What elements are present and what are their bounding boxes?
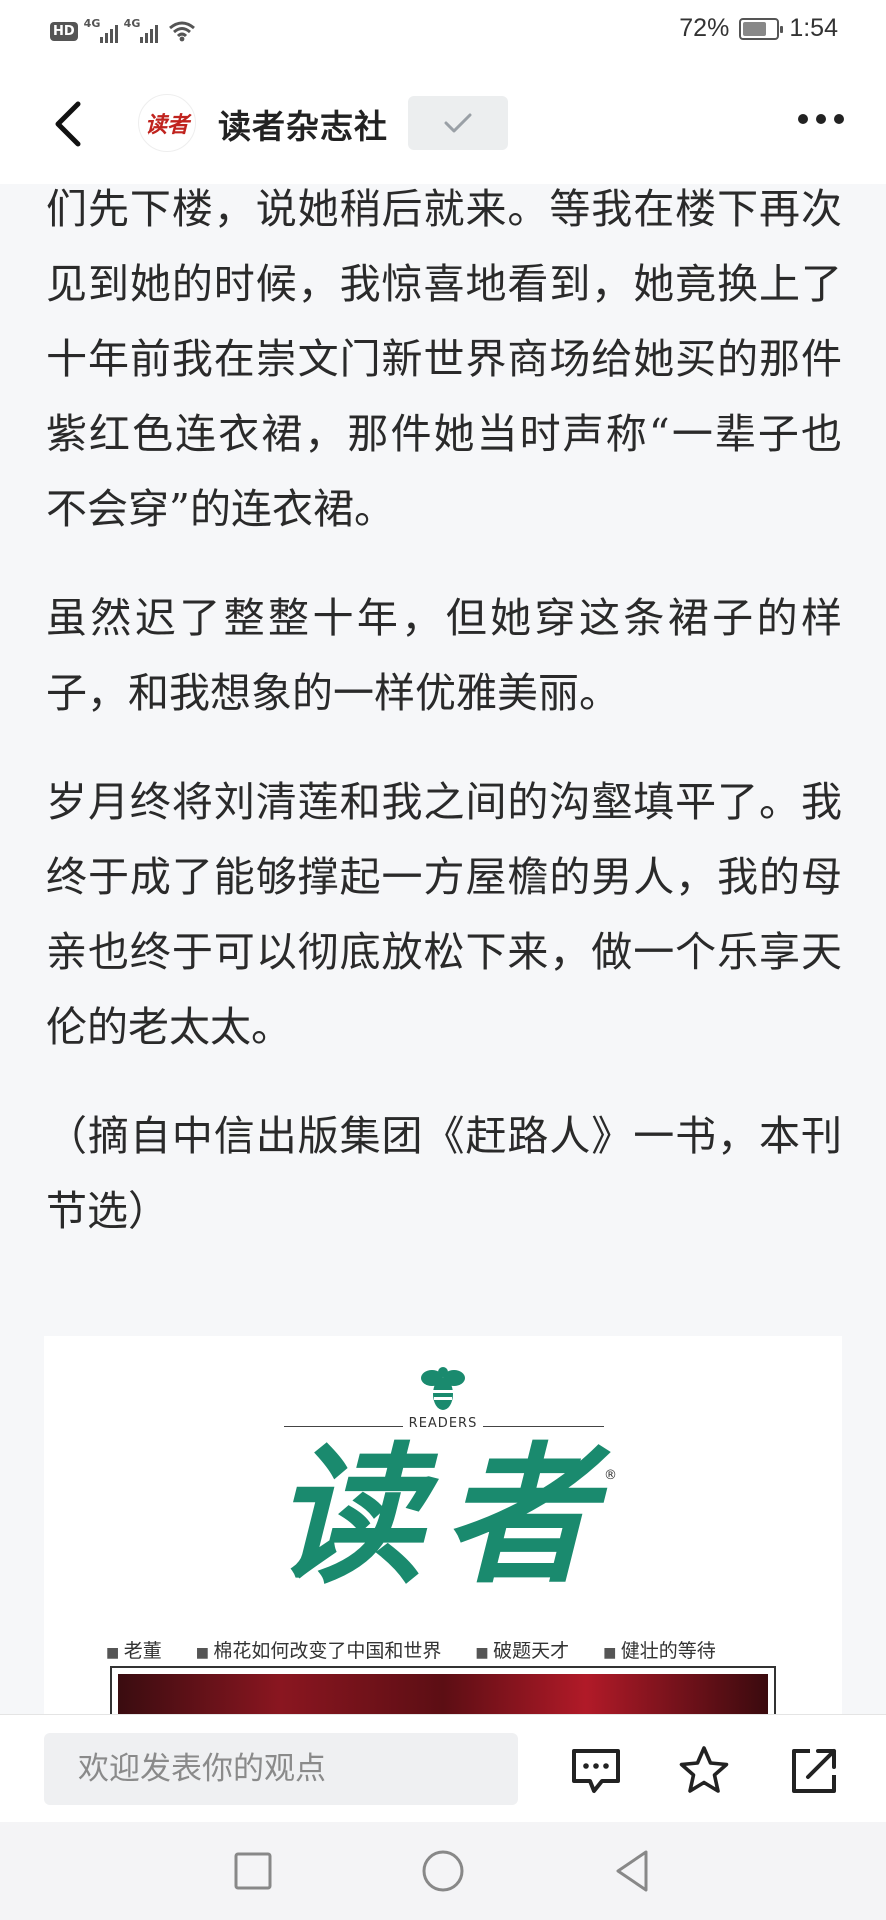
signal-icon: 4G: [124, 17, 158, 43]
favorite-button[interactable]: [676, 1743, 732, 1799]
masthead: 读者: [272, 1428, 613, 1604]
toc-item: 破题天才: [475, 1636, 569, 1663]
star-icon: [679, 1746, 729, 1793]
registered-mark: ®: [604, 1468, 617, 1483]
battery-icon: [739, 17, 784, 40]
share-icon: [792, 1749, 836, 1793]
battery-percent: 72%: [679, 14, 730, 42]
back-icon: [616, 1850, 648, 1892]
status-left: HD 4G 4G: [50, 16, 196, 46]
bee-logo-icon: [421, 1367, 465, 1410]
cover-toc: 老董 棉花如何改变了中国和世界 破题天才 健壮的等待: [106, 1636, 806, 1663]
account-name[interactable]: 读者杂志社: [218, 100, 388, 148]
system-nav-bar: [0, 1822, 886, 1920]
comment-icon: [572, 1749, 620, 1793]
comment-input[interactable]: [44, 1733, 518, 1805]
checkmark-icon: [444, 113, 472, 133]
chevron-left-icon: [55, 101, 81, 147]
home-button[interactable]: [418, 1846, 468, 1896]
article-source-note: （摘自中信出版集团《赶路人》一书，本刊节选）: [46, 1112, 842, 1235]
wifi-icon: [168, 21, 195, 42]
recent-apps-icon: [234, 1852, 272, 1890]
comment-button[interactable]: [568, 1743, 624, 1799]
followed-button[interactable]: [408, 96, 508, 150]
toc-item: 棉花如何改变了中国和世界: [196, 1636, 441, 1663]
share-button[interactable]: [786, 1743, 842, 1799]
toc-item: 健壮的等待: [603, 1636, 716, 1663]
signal-icon: 4G: [84, 17, 118, 43]
cover-photo: [118, 1674, 768, 1716]
home-icon: [422, 1850, 464, 1892]
more-button[interactable]: [798, 114, 844, 124]
more-dots-icon: [798, 114, 808, 124]
article-body: 们先下楼，说她稍后就来。等我在楼下再次见到她的时候，我惊喜地看到，她竟换上了十年…: [46, 184, 842, 1249]
toc-item: 老董: [106, 1636, 162, 1663]
account-avatar[interactable]: 读者: [138, 94, 196, 152]
clock: 1:54: [789, 14, 838, 42]
article-paragraph: 岁月终将刘清莲和我之间的沟壑填平了。我终于成了能够撑起一方屋檐的男人，我的母亲也…: [46, 778, 842, 1051]
magazine-cover-image[interactable]: READERS 读者 ® 老董 棉花如何改变了中国和世界 破题天才 健壮的等待: [44, 1336, 842, 1716]
nav-back-button[interactable]: [608, 1846, 658, 1896]
back-button[interactable]: [48, 100, 88, 148]
comment-bar: [0, 1714, 886, 1822]
status-right: 72% 1:54: [679, 14, 838, 43]
article-paragraph: 虽然迟了整整十年，但她穿这条裙子的样子，和我想象的一样优雅美丽。: [46, 594, 842, 717]
recent-apps-button[interactable]: [228, 1846, 278, 1896]
hd-badge: HD: [50, 21, 78, 41]
status-bar: HD 4G 4G 72% 1:54: [0, 0, 886, 62]
article-paragraph: 们先下楼，说她稍后就来。等我在楼下再次见到她的时候，我惊喜地看到，她竟换上了十年…: [46, 185, 842, 533]
article-header: 读者 读者杂志社: [0, 62, 886, 184]
